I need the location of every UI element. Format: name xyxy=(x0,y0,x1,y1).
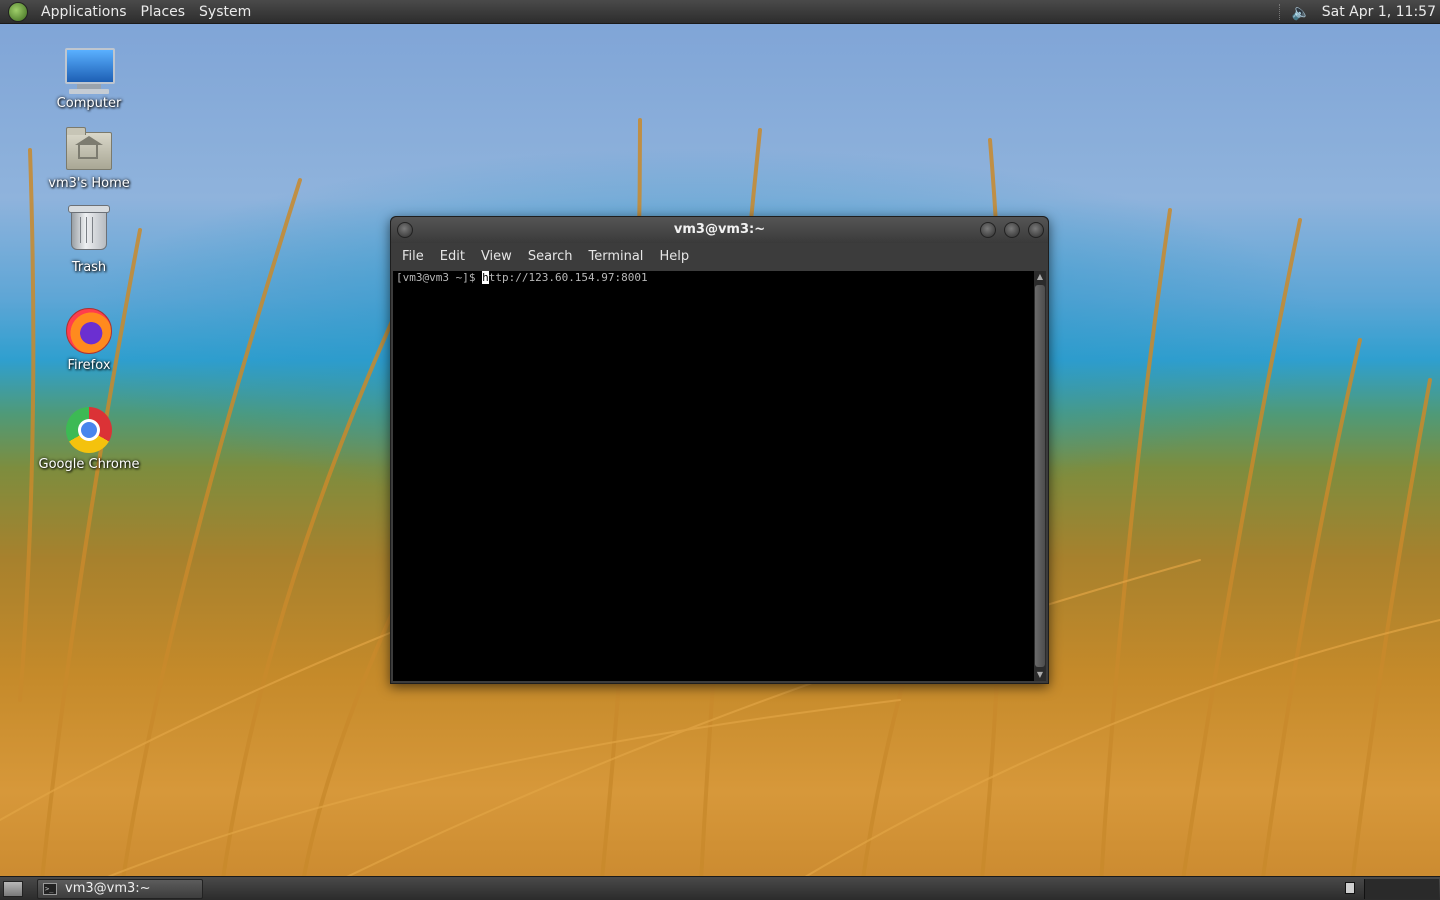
bottom-panel: >_ vm3@vm3:~ xyxy=(0,876,1440,900)
computer-icon xyxy=(65,46,115,94)
desktop-icon-label: Google Chrome xyxy=(38,457,140,472)
top-panel: Applications Places System 🔈 Sat Apr 1, … xyxy=(0,0,1440,24)
scroll-thumb[interactable] xyxy=(1035,285,1045,667)
terminal-command-line: [vm3@vm3 ~]$ http://123.60.154.97:8001 xyxy=(396,271,648,285)
desktop-icon-computer[interactable]: Computer xyxy=(34,46,144,111)
volume-icon[interactable]: 🔈 xyxy=(1292,3,1311,21)
menu-help[interactable]: Help xyxy=(651,249,697,264)
desktop-icon-trash[interactable]: Trash xyxy=(34,205,144,275)
desktop-icon-chrome[interactable]: Google Chrome xyxy=(34,406,144,472)
chrome-icon xyxy=(65,407,113,455)
workspace-switcher[interactable] xyxy=(1364,879,1439,899)
menu-applications[interactable]: Applications xyxy=(34,4,134,20)
menu-edit[interactable]: Edit xyxy=(432,249,473,264)
desktop-icon-label: vm3's Home xyxy=(48,176,130,191)
command-input: ttp://123.60.154.97:8001 xyxy=(488,271,648,284)
terminal-window[interactable]: vm3@vm3:~ File Edit View Search Terminal… xyxy=(390,216,1049,684)
menu-view[interactable]: View xyxy=(473,249,520,264)
desktop-icon-firefox[interactable]: Firefox xyxy=(34,306,144,373)
window-title: vm3@vm3:~ xyxy=(673,222,766,237)
taskbar-window-label: vm3@vm3:~ xyxy=(65,881,151,896)
scroll-up-arrow-icon[interactable]: ▲ xyxy=(1034,271,1046,283)
menu-terminal[interactable]: Terminal xyxy=(580,249,651,264)
terminal-menubar: File Edit View Search Terminal Help xyxy=(391,243,1048,269)
trash-icon xyxy=(65,205,113,258)
shell-prompt: [vm3@vm3 ~]$ xyxy=(396,271,483,284)
menu-system[interactable]: System xyxy=(192,4,258,20)
workspace-switcher-active[interactable] xyxy=(1345,882,1355,894)
gnome-foot-icon[interactable] xyxy=(8,1,28,22)
scroll-down-arrow-icon[interactable]: ▼ xyxy=(1034,669,1046,681)
firefox-icon xyxy=(65,308,113,356)
terminal-icon: >_ xyxy=(43,882,57,895)
maximize-button[interactable] xyxy=(1004,222,1020,238)
show-desktop-icon[interactable] xyxy=(3,880,23,897)
menu-file[interactable]: File xyxy=(394,249,432,264)
text-cursor: h xyxy=(482,271,489,284)
desktop-icon-label: Computer xyxy=(56,96,122,111)
desktop-icon-label: Firefox xyxy=(67,358,111,373)
desktop-icon-home[interactable]: vm3's Home xyxy=(34,126,144,191)
desktop-icon-label: Trash xyxy=(71,260,107,275)
terminal-scrollbar[interactable]: ▲ ▼ xyxy=(1034,271,1046,681)
home-folder-icon xyxy=(65,126,113,174)
close-button[interactable] xyxy=(1028,222,1044,238)
taskbar-window-button[interactable]: >_ vm3@vm3:~ xyxy=(37,878,203,899)
menu-places[interactable]: Places xyxy=(134,4,193,20)
clock[interactable]: Sat Apr 1, 11:57 xyxy=(1322,4,1436,20)
tray-separator xyxy=(1278,4,1282,20)
terminal-titlebar[interactable]: vm3@vm3:~ xyxy=(391,217,1048,243)
menu-search[interactable]: Search xyxy=(520,249,581,264)
system-tray: 🔈 Sat Apr 1, 11:57 xyxy=(1278,0,1440,24)
terminal-output[interactable]: [vm3@vm3 ~]$ http://123.60.154.97:8001 xyxy=(393,271,1034,681)
minimize-button[interactable] xyxy=(980,222,996,238)
